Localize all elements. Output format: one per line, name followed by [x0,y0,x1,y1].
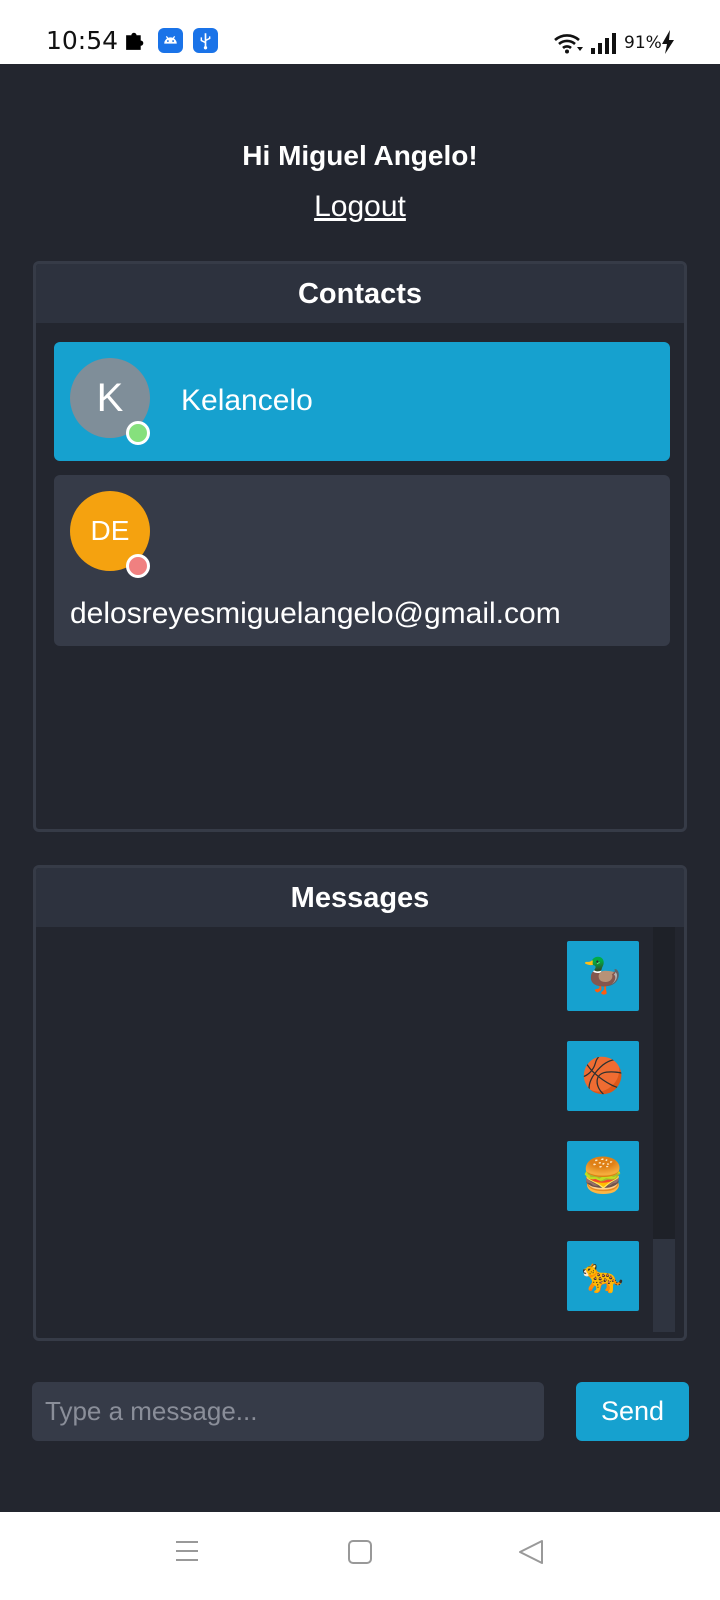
message-bubble: 🐆 [567,1241,639,1311]
back-icon[interactable] [518,1539,544,1565]
puzzle-icon [126,32,144,50]
charging-bolt-icon [662,30,674,54]
message-bubble: 🏀 [567,1041,639,1111]
greeting-title: Hi Miguel Angelo! [242,140,478,171]
message-input[interactable] [32,1382,544,1441]
status-time: 10:54 [46,26,119,55]
logout-link[interactable]: Logout [0,190,720,224]
battery-level: 91% [624,33,662,53]
message-scrollbar-thumb[interactable] [653,1239,675,1332]
messages-panel: Messages 🦆 🏀 🍔 🐆 [33,865,687,1341]
menu-icon[interactable] [175,1539,199,1563]
usb-icon [193,28,218,53]
message-list[interactable]: 🦆 🏀 🍔 🐆 [36,927,684,1338]
send-button[interactable]: Send [576,1382,689,1441]
message-bubble: 🍔 [567,1141,639,1211]
contacts-header: Contacts [36,264,684,323]
status-bar: 10:54 91% [0,0,720,64]
contacts-panel: Contacts K Kelancelo DE delosreyesmiguel… [33,261,687,832]
contact-name: Kelancelo [181,384,313,417]
online-status-dot [126,421,150,445]
offline-status-dot [126,554,150,578]
contact-item-kelancelo[interactable]: K Kelancelo [54,342,670,461]
chat-app: Hi Miguel Angelo! Logout Contacts K Kela… [0,64,720,1512]
android-icon [158,28,183,53]
messages-header: Messages [36,868,684,927]
contact-name: delosreyesmiguelangelo@gmail.com [70,597,561,630]
contact-item-delosreyes[interactable]: DE delosreyesmiguelangelo@gmail.com [54,475,670,646]
signal-icon [591,33,616,54]
message-bubble: 🦆 [567,941,639,1011]
home-icon[interactable] [347,1539,373,1565]
system-nav-bar [0,1512,720,1600]
wifi-icon [554,34,583,54]
